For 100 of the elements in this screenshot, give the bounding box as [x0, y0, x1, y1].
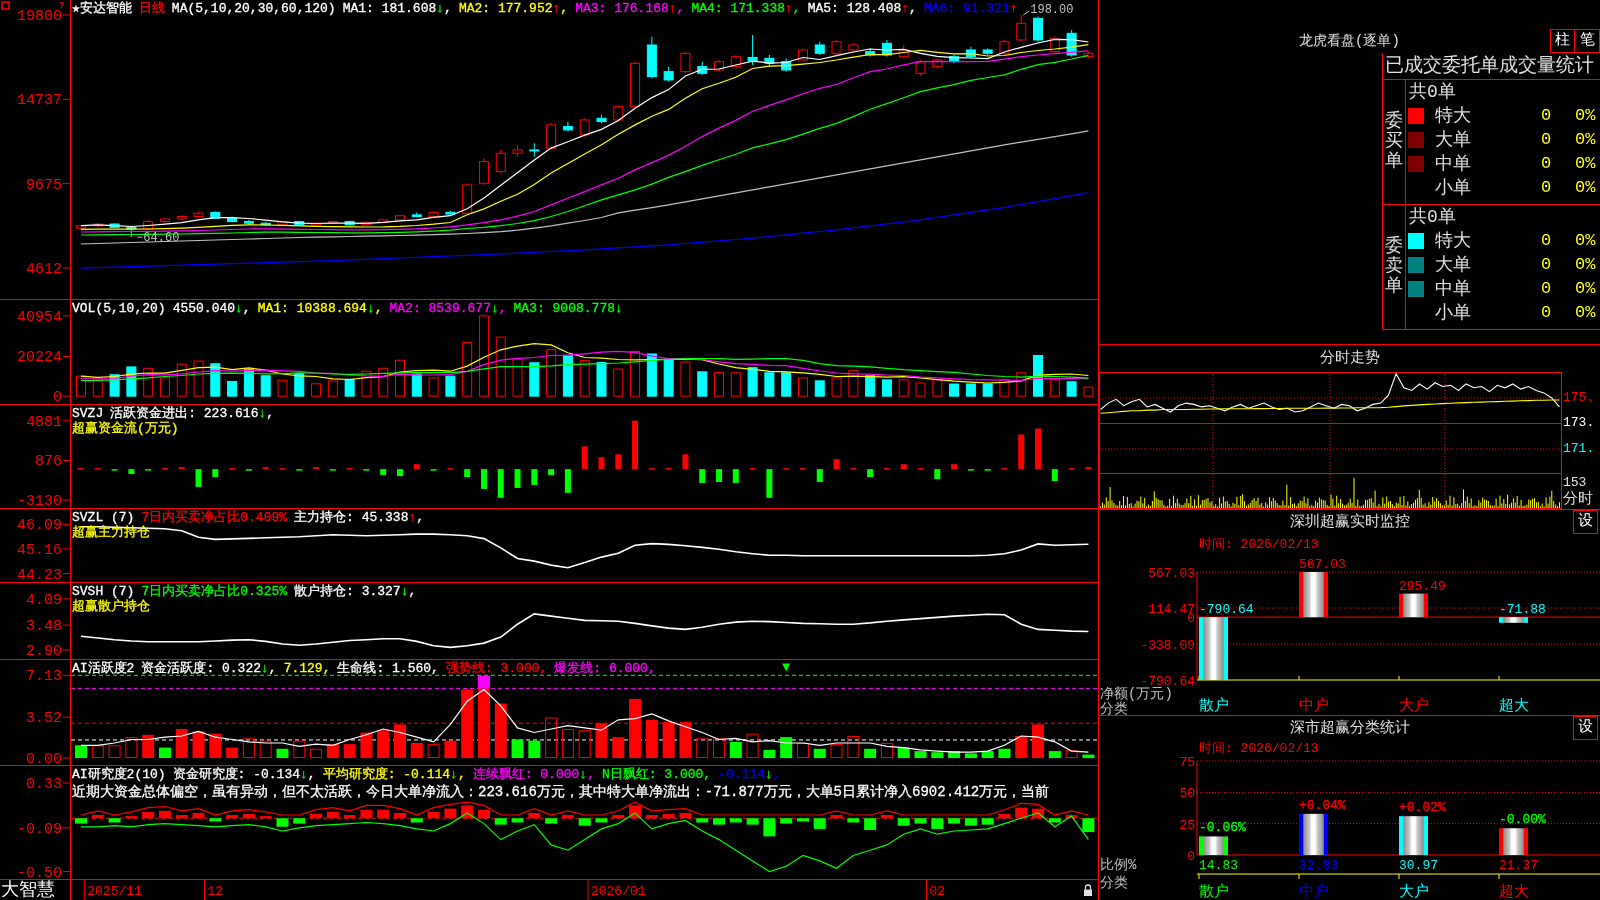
volume-bar [378, 367, 389, 397]
fund-flow-bar [195, 469, 202, 487]
fund-flow-bar [380, 469, 387, 476]
order-size-label: 中单 [1435, 154, 1472, 174]
indicator-reading: MA4: 171.338↑, [691, 1, 801, 16]
order-size-label: 特大 [1435, 231, 1472, 251]
order-percent: 0% [1575, 231, 1596, 251]
axis-tick-label: 175. [1563, 390, 1595, 406]
indicator-reading: 资金研究度: -0.134↓, [172, 767, 316, 782]
volume-bar [76, 375, 86, 397]
axis-title: 分类 [1100, 701, 1128, 717]
panel-title: 龙虎看盘(逐单) [1299, 32, 1400, 51]
category-label: 中户 [1299, 698, 1329, 715]
annotation: 198.00 [1030, 2, 1074, 17]
order-size-label: 中单 [1435, 279, 1472, 299]
activity-bar [394, 724, 406, 759]
candlestick [814, 41, 825, 56]
indicator-reading: 生命线: 1.560, [337, 661, 439, 676]
axis-tick-label: 9675 [26, 176, 62, 194]
ratio-value-label: 21.37 [1499, 858, 1538, 873]
activity-bar [511, 739, 524, 759]
activity-bar [645, 719, 658, 759]
high-price-label: 198.00 [1022, 3, 1074, 17]
change-label: +0.02% [1399, 800, 1446, 816]
volume-bar [865, 375, 876, 397]
category-label: 超大 [1499, 698, 1529, 715]
research-bar [780, 818, 793, 824]
activity-bar [948, 751, 961, 759]
settings-button[interactable]: 设 [1573, 716, 1598, 740]
activity-bar [629, 698, 642, 759]
view-toggle-button[interactable]: 柱 [1550, 29, 1575, 53]
axis-tick-label: 45.16 [17, 541, 62, 559]
volume-bar [596, 361, 607, 397]
indicator-reading: VOL(5,10,20) [72, 301, 166, 316]
candlestick [965, 46, 976, 59]
indicator-reading: MA2: 8539.677↓, [389, 301, 507, 316]
indicator-reading: MA1: 181.608↓, [342, 1, 452, 16]
volume-bar [982, 383, 993, 397]
bar-value-label: 567.03 [1299, 557, 1346, 572]
order-percent: 0% [1575, 130, 1596, 150]
activity-bar [763, 749, 776, 759]
axis-tick-label: 3.48 [26, 618, 62, 636]
axis-tick-label: 14737 [17, 92, 62, 110]
candlestick [865, 47, 876, 58]
volume-bar [1033, 355, 1044, 397]
order-percent: 0% [1575, 178, 1596, 198]
axis-tick-label: 0.33 [26, 776, 62, 794]
volume-bar [680, 361, 691, 397]
category-label: 大户 [1399, 884, 1429, 900]
ratio-bar [1199, 836, 1228, 855]
research-bar [645, 815, 658, 819]
research-bar [1032, 808, 1045, 819]
candlestick [512, 144, 523, 158]
analysis-comment: 近期大资金总体偏空，虽有异动，但不太活跃，今日大单净流入：223.616万元，其中特大单净流出：-71.877万元，大单5日累计净入6902.412万元，当前 [72, 783, 1050, 801]
research-bar [494, 818, 507, 825]
volume-bar [159, 377, 170, 397]
axis-tick-label: 0 [53, 389, 62, 404]
activity-bar [864, 748, 877, 759]
panel-title: 分时走势 [1319, 349, 1380, 368]
indicator-reading: N日飘红: 3.000, [601, 767, 712, 782]
category-label: 超大 [1499, 884, 1529, 900]
activity-bar [595, 723, 608, 759]
order-percent: 0% [1575, 106, 1596, 126]
date-label: 2025/11 [87, 884, 142, 899]
activity-bar [259, 740, 272, 759]
net-amount-bar [1199, 617, 1228, 680]
research-bar [326, 811, 339, 819]
bar-value-label: 295.49 [1399, 578, 1446, 594]
indicator-reading: MA3: 176.168↑, [575, 1, 685, 16]
candlestick [579, 117, 590, 138]
category-label: 中户 [1299, 884, 1329, 900]
candlestick [495, 149, 506, 174]
activity-bar [931, 752, 944, 759]
axis-tick-label: 19800 [17, 8, 62, 25]
fund-flow-bar [397, 469, 403, 477]
research-bar [360, 809, 373, 819]
axis-tick-label: 4612 [26, 261, 62, 278]
activity-bar [696, 738, 709, 759]
candlestick [881, 39, 892, 58]
activity-bar [75, 745, 87, 759]
settings-button[interactable]: 设 [1573, 510, 1598, 534]
indicator-reading: 日线 [138, 1, 165, 16]
volume-bar [428, 377, 439, 397]
candlestick [999, 39, 1010, 56]
volume-bar [311, 383, 322, 397]
indicator-reading: 资金活跃度: 0.322↓, [141, 661, 277, 676]
ratio-bar [1299, 813, 1328, 855]
candlestick [143, 219, 154, 231]
activity-bar [410, 742, 423, 759]
research-bar [914, 818, 927, 824]
view-toggle-button[interactable]: 笔 [1575, 29, 1600, 53]
volume-bar [512, 358, 523, 397]
research-bar [847, 818, 860, 823]
activity-bar [494, 703, 507, 759]
time-scale-label: 分时 [1563, 492, 1593, 508]
change-label: +0.04% [1299, 797, 1346, 813]
volume-bar [327, 380, 338, 397]
research-bar [259, 816, 272, 819]
order-total: 共0单 [1409, 207, 1456, 227]
axis-tick-label: 171. [1563, 441, 1595, 457]
